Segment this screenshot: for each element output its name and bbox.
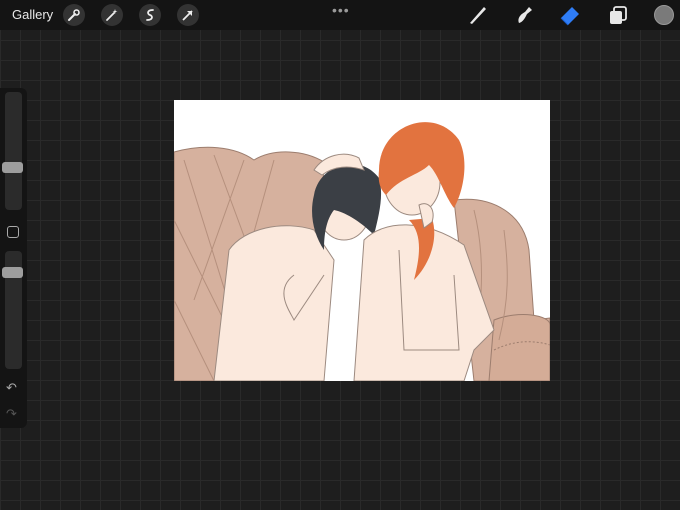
wrench-icon[interactable] xyxy=(63,4,85,26)
magic-wand-icon[interactable] xyxy=(101,4,123,26)
redo-icon[interactable]: ↷ xyxy=(6,406,17,422)
gallery-button[interactable]: Gallery xyxy=(12,7,53,22)
artwork-illustration xyxy=(174,122,550,381)
opacity-handle[interactable] xyxy=(2,267,23,279)
top-toolbar: Gallery ••• xyxy=(0,0,680,30)
transform-arrow-icon[interactable] xyxy=(177,4,199,26)
eraser-icon[interactable] xyxy=(558,3,582,27)
brush-size-handle[interactable] xyxy=(2,161,23,173)
brush-size-slider[interactable] xyxy=(5,92,22,210)
undo-icon[interactable]: ↶ xyxy=(6,380,17,396)
modify-button[interactable] xyxy=(7,226,19,238)
brush-icon[interactable] xyxy=(466,3,490,27)
drawing-canvas[interactable] xyxy=(174,100,550,381)
more-options-icon[interactable]: ••• xyxy=(332,2,350,18)
left-sidebar: ↶ ↷ xyxy=(0,88,27,428)
layers-icon[interactable] xyxy=(606,3,630,27)
smudge-icon[interactable] xyxy=(512,3,536,27)
color-swatch[interactable] xyxy=(654,5,674,25)
selection-icon[interactable] xyxy=(139,4,161,26)
